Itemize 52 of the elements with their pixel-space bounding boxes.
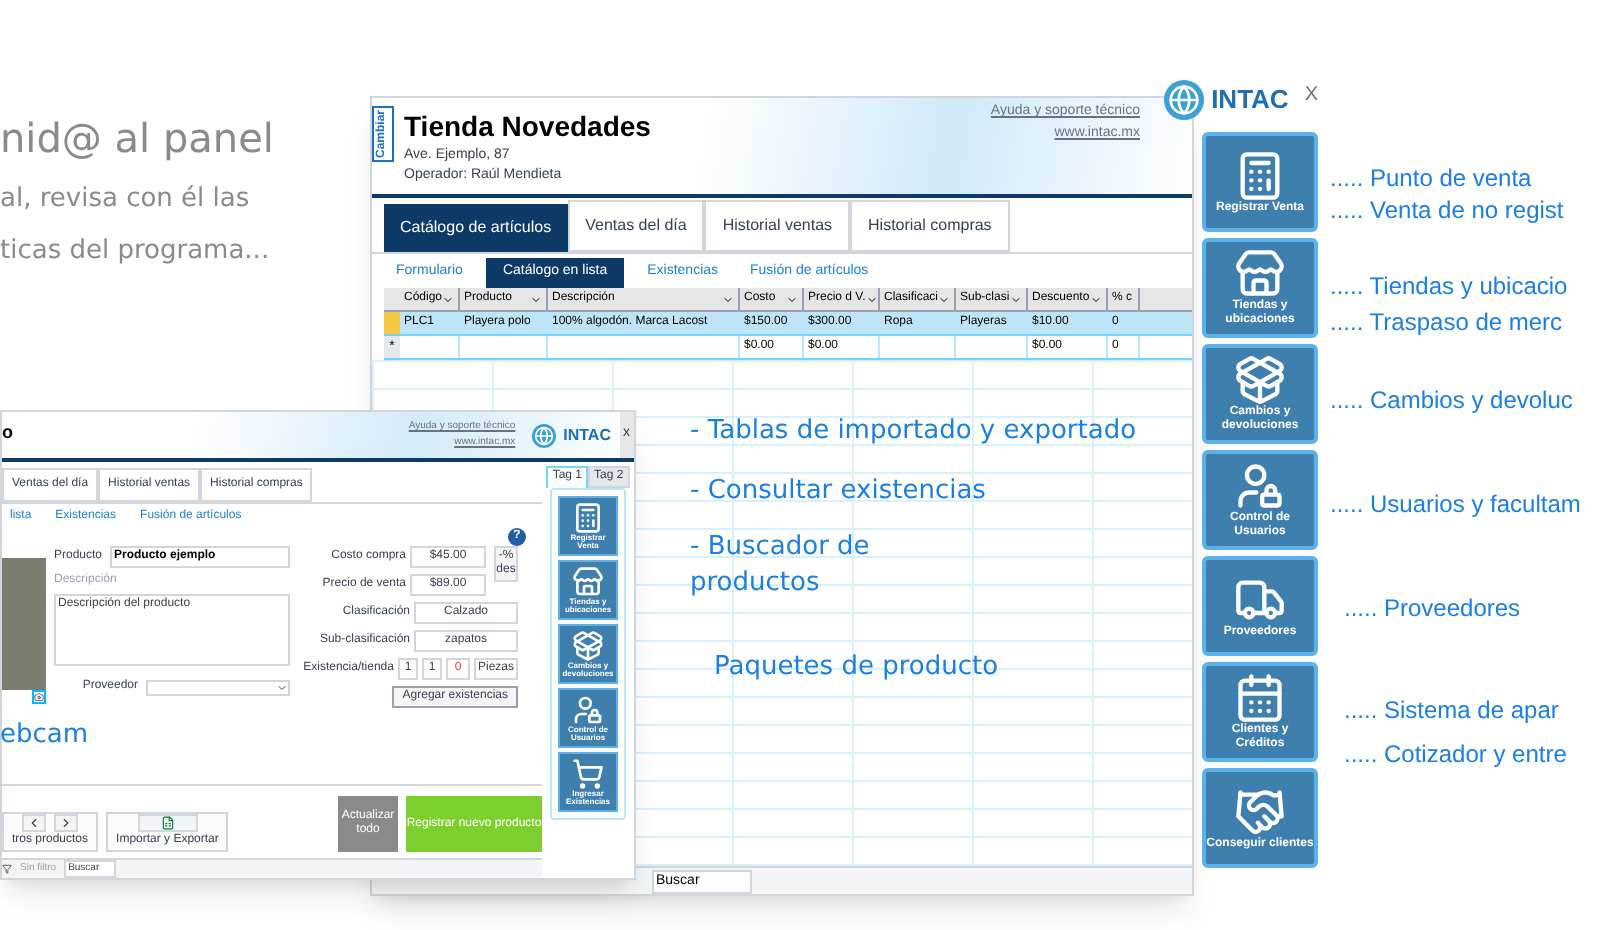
handshake-icon (1234, 785, 1286, 837)
box-icon (572, 630, 604, 662)
calculator-icon (572, 502, 604, 534)
feature-label: ..... Punto de venta (1330, 162, 1532, 196)
sort-caret-icon (1090, 293, 1102, 305)
sort-caret-icon (938, 293, 951, 305)
intro-text: ticas del programa... (0, 233, 272, 269)
intro-text: al, revisa con él las (0, 182, 252, 218)
feature-note: Paquetes de producto (714, 650, 999, 686)
feature-label: ..... Usuarios y facultam (1330, 488, 1581, 522)
intro-text: nid@ al panel (0, 112, 274, 166)
logo-text: INTAC (1211, 82, 1289, 119)
previous-icon[interactable] (22, 814, 47, 832)
user-lock-icon (1234, 460, 1286, 512)
tab[interactable]: Historial compras (850, 200, 1010, 252)
window-title: o (2, 420, 13, 446)
camera-icon[interactable] (32, 690, 46, 704)
store-icon (1234, 248, 1286, 300)
sort-caret-icon (530, 293, 542, 305)
next-icon[interactable] (54, 814, 79, 832)
feature-label: ..... Tiendas y ubicacio (1330, 270, 1568, 304)
store-title: Tienda Novedades (404, 110, 651, 145)
feature-label: ..... Traspaso de merc (1330, 306, 1563, 340)
feature-label: ..... Sistema de apar (1344, 694, 1559, 728)
sort-caret-icon (786, 293, 798, 305)
tab[interactable]: Ventas del día (567, 200, 705, 252)
calendar-icon (1234, 672, 1286, 724)
sort-caret-icon (442, 293, 455, 305)
close-button[interactable]: X (1296, 80, 1326, 110)
store-icon (572, 566, 604, 598)
sort-caret-icon (1010, 293, 1022, 305)
feature-label: ..... Cambios y devoluc (1330, 384, 1573, 418)
photo-placeholder (2, 558, 46, 690)
feature-note: - Buscador de productos (690, 530, 872, 602)
logo-text: INTAC (563, 423, 611, 447)
feature-label: ..... Cotizador y entre (1344, 738, 1567, 772)
feature-label: ..... Venta de no regist (1330, 194, 1564, 228)
tab[interactable]: Catálogo de artículos (384, 204, 568, 252)
feature-note: - Tablas de importado y exportado (690, 414, 1137, 450)
filter-icon (2, 864, 12, 874)
sort-caret-icon (722, 293, 734, 305)
box-icon (1234, 354, 1286, 406)
tab[interactable]: Historial ventas (704, 200, 851, 252)
feature-note: - Consultar existencias (690, 473, 988, 509)
feature-note: ebcam (0, 718, 89, 754)
spreadsheet-icon[interactable] (137, 814, 198, 832)
logo-globe-icon (531, 423, 556, 447)
sort-caret-icon (865, 293, 878, 305)
feature-label: ..... Proveedores (1344, 592, 1521, 626)
cart-icon (572, 758, 604, 790)
dropdown-caret-icon (276, 681, 288, 693)
user-lock-icon (572, 694, 604, 726)
